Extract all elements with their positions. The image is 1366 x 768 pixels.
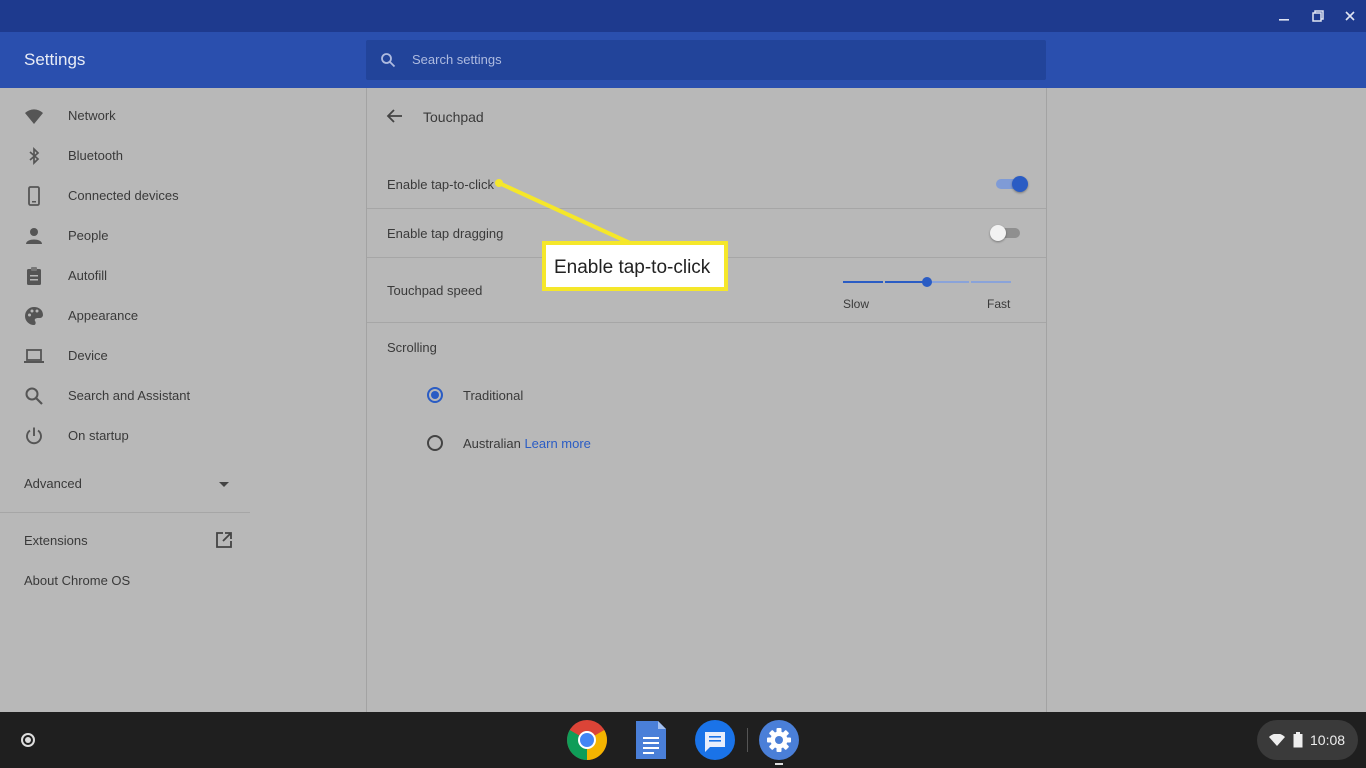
minimize-icon[interactable] <box>1274 6 1294 26</box>
row-divider <box>367 322 1046 323</box>
touchpad-panel: Touchpad Enable tap-to-click Enable tap … <box>366 88 1047 712</box>
battery-icon <box>1293 732 1303 748</box>
toggle-knob <box>990 225 1006 241</box>
shelf-separator <box>747 728 748 752</box>
chevron-down-icon[interactable] <box>218 480 230 488</box>
wifi-icon <box>25 109 43 124</box>
sidebar: Network Bluetooth Connected devices Peop… <box>0 88 366 712</box>
launcher-icon <box>21 733 35 747</box>
sidebar-item-on-startup[interactable]: On startup <box>0 415 366 455</box>
australian-label: Australian <box>463 436 521 451</box>
clock: 10:08 <box>1310 732 1346 748</box>
search-icon <box>25 387 43 405</box>
sidebar-item-bluetooth[interactable]: Bluetooth <box>0 135 366 175</box>
sidebar-item-label: Device <box>68 348 108 363</box>
open-in-new-icon[interactable] <box>215 531 233 549</box>
window-titlebar <box>0 0 1366 32</box>
sidebar-item-label: Bluetooth <box>68 148 123 163</box>
sidebar-item-label: Network <box>68 108 116 123</box>
row-divider <box>367 208 1046 209</box>
tap-dragging-label: Enable tap dragging <box>387 226 504 241</box>
sidebar-item-label: Appearance <box>68 308 139 323</box>
slider-track-active <box>843 281 883 283</box>
sidebar-item-about[interactable]: About Chrome OS <box>24 573 130 588</box>
sidebar-item-people[interactable]: People <box>0 215 366 255</box>
callout-text: Enable tap-to-click <box>554 257 711 278</box>
bluetooth-icon <box>29 146 40 166</box>
active-app-indicator <box>775 763 783 765</box>
search-placeholder: Search settings <box>412 52 502 67</box>
sidebar-item-label: Connected devices <box>68 188 179 203</box>
launcher-button[interactable] <box>10 722 46 758</box>
status-tray[interactable]: 10:08 <box>1257 720 1358 760</box>
settings-header: Settings Search settings <box>0 32 1366 88</box>
messages-icon[interactable] <box>694 719 736 761</box>
sidebar-item-extensions[interactable]: Extensions <box>24 533 88 548</box>
power-icon <box>26 427 42 445</box>
laptop-icon <box>24 349 44 363</box>
shelf: 10:08 <box>0 712 1366 768</box>
australian-option: Australian Learn more <box>463 436 591 451</box>
page-title: Touchpad <box>423 109 484 125</box>
back-arrow-icon[interactable] <box>385 106 405 126</box>
tap-dragging-toggle[interactable] <box>990 225 1024 241</box>
restore-icon[interactable] <box>1308 6 1328 26</box>
radio-traditional[interactable] <box>427 387 443 403</box>
sidebar-item-label: On startup <box>68 428 129 443</box>
sidebar-divider <box>0 512 250 513</box>
sidebar-item-device[interactable]: Device <box>0 335 366 375</box>
toggle-knob <box>1012 176 1028 192</box>
slider-track-inactive <box>931 281 969 283</box>
slider-max-label: Fast <box>987 297 1011 311</box>
sidebar-item-search-and-assistant[interactable]: Search and Assistant <box>0 375 366 415</box>
sidebar-item-label: People <box>68 228 109 243</box>
close-icon[interactable] <box>1340 6 1360 26</box>
settings-icon[interactable] <box>758 719 800 761</box>
touchpad-speed-slider[interactable] <box>843 274 1013 290</box>
slider-thumb[interactable] <box>922 277 932 287</box>
learn-more-link[interactable]: Learn more <box>524 436 590 451</box>
radio-australian[interactable] <box>427 435 443 451</box>
touchpad-speed-label: Touchpad speed <box>387 283 483 298</box>
sidebar-advanced[interactable]: Advanced <box>24 476 82 491</box>
tap-to-click-label: Enable tap-to-click <box>387 177 494 192</box>
palette-icon <box>25 307 43 325</box>
sidebar-item-appearance[interactable]: Appearance <box>0 295 366 335</box>
docs-icon[interactable] <box>630 719 672 761</box>
sidebar-item-connected-devices[interactable]: Connected devices <box>0 175 366 215</box>
sidebar-item-label: Search and Assistant <box>68 388 191 403</box>
wifi-icon <box>1269 734 1285 746</box>
traditional-label: Traditional <box>463 388 524 403</box>
search-input[interactable]: Search settings <box>366 40 1046 80</box>
clipboard-icon <box>27 267 41 285</box>
scrolling-label: Scrolling <box>387 340 437 355</box>
callout-box: Enable tap-to-click <box>542 241 728 291</box>
slider-track-active <box>885 281 925 283</box>
tap-to-click-toggle[interactable] <box>994 176 1028 192</box>
person-icon <box>26 228 42 244</box>
sidebar-item-network[interactable]: Network <box>0 95 366 135</box>
phone-icon <box>28 186 40 206</box>
app-title: Settings <box>24 50 86 69</box>
sidebar-item-autofill[interactable]: Autofill <box>0 255 366 295</box>
chrome-icon[interactable] <box>566 719 608 761</box>
sidebar-item-label: Autofill <box>68 268 108 283</box>
slider-min-label: Slow <box>843 297 870 311</box>
search-icon <box>381 53 396 68</box>
slider-track-inactive <box>971 281 1011 283</box>
